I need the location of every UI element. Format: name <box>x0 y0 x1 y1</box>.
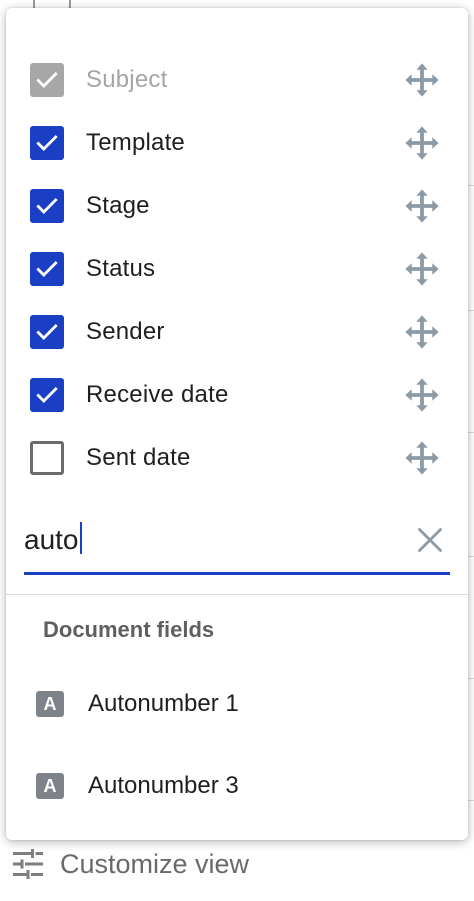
column-label: Sent date <box>86 443 191 471</box>
check-icon <box>36 71 58 88</box>
column-list: Subject Template Stage Status Sender Rec… <box>6 48 468 489</box>
column-label: Sender <box>86 317 165 345</box>
text-type-badge-icon: A <box>36 691 64 717</box>
template-checkbox[interactable] <box>30 125 64 160</box>
column-item-status[interactable]: Status <box>6 237 468 300</box>
drag-move-icon[interactable] <box>402 186 442 226</box>
search-value: auto <box>24 524 79 555</box>
field-label: Autonumber 1 <box>88 690 239 717</box>
drag-move-icon[interactable] <box>402 375 442 415</box>
column-item-receive-date[interactable]: Receive date <box>6 363 468 426</box>
column-item-sent-date[interactable]: Sent date <box>6 426 468 489</box>
drag-move-icon[interactable] <box>402 60 442 100</box>
column-picker-popup: Subject Template Stage Status Sender Rec… <box>6 8 468 840</box>
column-label: Template <box>86 128 185 156</box>
clear-search-button[interactable] <box>410 520 450 560</box>
column-item-sender[interactable]: Sender <box>6 300 468 363</box>
status-checkbox[interactable] <box>30 251 64 286</box>
sent-date-checkbox[interactable] <box>30 440 64 475</box>
close-icon <box>418 528 442 552</box>
subject-checkbox <box>30 62 64 97</box>
text-caret <box>79 522 82 554</box>
search-underline <box>24 572 450 575</box>
check-icon <box>36 260 58 277</box>
document-fields-header: Document fields <box>43 617 215 642</box>
text-type-badge-icon: A <box>36 773 64 799</box>
column-label: Receive date <box>86 380 229 408</box>
field-label: Autonumber 3 <box>88 772 239 799</box>
search-input[interactable]: auto <box>24 522 82 556</box>
check-icon <box>36 323 58 340</box>
receive-date-checkbox[interactable] <box>30 377 64 412</box>
column-label: Stage <box>86 191 150 219</box>
drag-move-icon[interactable] <box>402 312 442 352</box>
field-item-autonumber-3[interactable]: A Autonumber 3 <box>6 756 468 816</box>
sender-checkbox[interactable] <box>30 314 64 349</box>
customize-view-label: Customize view <box>60 848 250 879</box>
stage-checkbox[interactable] <box>30 188 64 223</box>
check-icon <box>36 197 58 214</box>
column-label: Status <box>86 254 156 282</box>
sliders-icon <box>13 849 43 879</box>
column-item-template[interactable]: Template <box>6 111 468 174</box>
column-item-stage[interactable]: Stage <box>6 174 468 237</box>
drag-move-icon[interactable] <box>402 123 442 163</box>
column-label: Subject <box>86 65 168 93</box>
column-item-subject[interactable]: Subject <box>6 48 468 111</box>
check-icon <box>36 386 58 403</box>
drag-move-icon[interactable] <box>402 249 442 289</box>
section-divider <box>6 594 468 595</box>
customize-view-button[interactable]: Customize view <box>10 844 249 884</box>
drag-move-icon[interactable] <box>402 438 442 478</box>
field-search[interactable]: auto <box>24 508 450 576</box>
field-item-autonumber-1[interactable]: A Autonumber 1 <box>6 674 468 734</box>
check-icon <box>36 134 58 151</box>
